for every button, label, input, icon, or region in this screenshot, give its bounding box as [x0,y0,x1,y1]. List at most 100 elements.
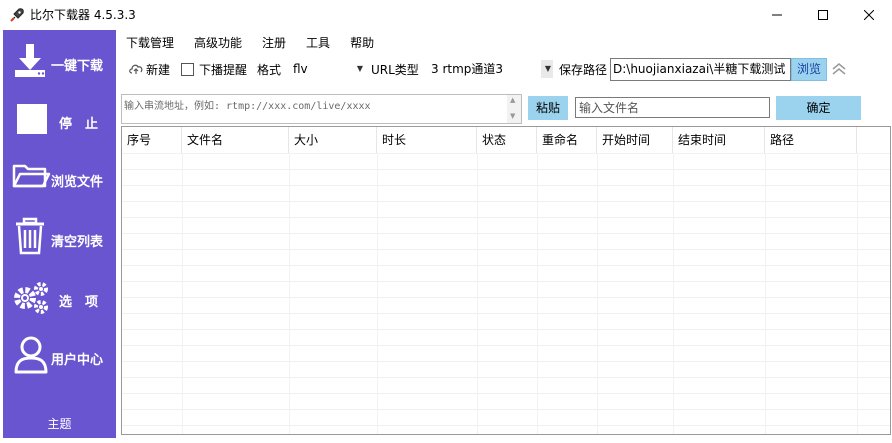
sidebar-item-label: 一键下载 [51,59,104,74]
sidebar-item-download[interactable]: 一键下载 [3,34,116,90]
sidebar-item-label: 浏览文件 [51,175,104,190]
new-label: 新建 [146,62,171,77]
menu-item-register[interactable]: 注册 [262,34,286,52]
download-list-table[interactable]: 序号 文件名 大小 时长 状态 重命名 开始时间 结束时间 路径 [121,126,891,435]
chevron-down-icon: ▼ [356,64,363,73]
close-icon [864,10,874,20]
minimize-icon [772,14,782,16]
sidebar-item-clear[interactable]: 清空列表 [3,210,116,266]
grid-line [673,153,674,434]
column-header-filename[interactable]: 文件名 [182,127,289,153]
grid-line [289,153,290,434]
title-bar: 比尔下载器 4.5.3.3 [0,0,892,30]
sidebar: 一键下载 停 止 浏览文件 清空列表 选 项 用户中心 主题 [3,30,116,438]
column-header-duration[interactable]: 时长 [377,127,477,153]
grid-line [122,313,890,314]
grid-line [122,409,890,410]
download-alert-label: 下播提醒 [199,62,248,77]
stop-icon [17,104,47,134]
url-type-select[interactable]: 3 rtmp通道3 ▼ [425,59,554,79]
user-icon [14,336,48,374]
menu-bar: 下载管理 高级功能 注册 工具 帮助 [126,34,394,52]
grid-line [765,153,766,434]
sidebar-item-stop[interactable]: 停 止 [3,92,116,148]
save-path-field[interactable]: D:\huojianxiazai\半糖下载测试 [610,58,791,81]
paste-button[interactable]: 粘贴 [528,96,568,120]
new-button[interactable]: 新建 [128,56,170,82]
grid-line [122,393,890,394]
download-icon [15,44,45,77]
scroll-down-icon: ▼ [510,112,516,120]
confirm-button[interactable]: 确定 [776,96,861,120]
folder-icon [12,164,51,188]
grid-line [122,169,890,170]
sidebar-item-label: 停 止 [59,117,99,132]
url-type-value: 3 rtmp通道3 [431,62,504,76]
theme-button[interactable]: 主题 [3,415,116,432]
filename-input[interactable] [575,97,770,118]
format-value: flv [293,62,308,76]
grid-line [122,233,890,234]
scroll-up-icon: ▲ [510,96,516,104]
grid-line [477,153,478,434]
url-type-label: URL类型 [371,62,419,77]
table-header: 序号 文件名 大小 时长 状态 重命名 开始时间 结束时间 路径 [122,127,890,153]
column-header-start-time[interactable]: 开始时间 [597,127,673,153]
grid-line [122,297,890,298]
grid-line [122,281,890,282]
menu-item-help[interactable]: 帮助 [350,34,374,52]
toolbar: 新建 下播提醒 格式 flv ▼ URL类型 3 rtmp通道3 ▼ 保存路径 … [122,56,892,82]
menu-item-download-manage[interactable]: 下载管理 [126,34,174,52]
grid-line [122,345,890,346]
format-label: 格式 [257,62,282,77]
maximize-icon [818,10,828,20]
grid-line [122,265,890,266]
column-header-path[interactable]: 路径 [765,127,857,153]
grid-line [122,361,890,362]
column-header-size[interactable]: 大小 [289,127,377,153]
browse-button[interactable]: 浏览 [791,58,827,81]
chevron-down-icon: ▼ [544,64,551,73]
stream-url-input[interactable] [122,95,508,123]
sidebar-item-label: 清空列表 [51,235,104,250]
save-path-label: 保存路径 [559,62,608,77]
column-header-status[interactable]: 状态 [477,127,537,153]
cloud-upload-icon [129,64,143,74]
url-input-scrollbar[interactable]: ▲ ▼ [507,95,521,123]
gears-icon [14,282,48,314]
double-chevron-up-icon[interactable] [830,60,848,78]
grid-line [122,185,890,186]
menu-item-advanced[interactable]: 高级功能 [194,34,242,52]
grid-line [122,377,890,378]
sidebar-item-options[interactable]: 选 项 [3,270,116,326]
grid-line [122,153,890,154]
column-header-end-time[interactable]: 结束时间 [673,127,765,153]
sidebar-item-browse[interactable]: 浏览文件 [3,150,116,206]
menu-item-tools[interactable]: 工具 [306,34,330,52]
close-button[interactable] [846,0,892,30]
grid-line [122,217,890,218]
grid-line [857,153,858,434]
window-title: 比尔下载器 4.5.3.3 [30,8,136,22]
rocket-app-icon [10,8,24,22]
grid-line [182,153,183,434]
grid-line [122,201,890,202]
checkbox-box[interactable] [181,62,194,76]
grid-line [122,329,890,330]
sidebar-item-user-center[interactable]: 用户中心 [3,328,116,384]
sidebar-item-label: 用户中心 [51,353,104,368]
download-alert-checkbox[interactable]: 下播提醒 [181,56,247,82]
stream-url-input-box: ▲ ▼ [121,94,522,124]
column-header-index[interactable]: 序号 [122,127,182,153]
maximize-button[interactable] [800,0,846,30]
grid-line [377,153,378,434]
trash-icon [16,217,44,255]
grid-line [537,153,538,434]
grid-line [122,425,890,426]
grid-line [597,153,598,434]
column-header-rename[interactable]: 重命名 [537,127,597,153]
minimize-button[interactable] [754,0,800,30]
sidebar-item-label: 选 项 [59,295,99,310]
grid-line [122,249,890,250]
format-select[interactable]: flv ▼ [289,59,367,79]
